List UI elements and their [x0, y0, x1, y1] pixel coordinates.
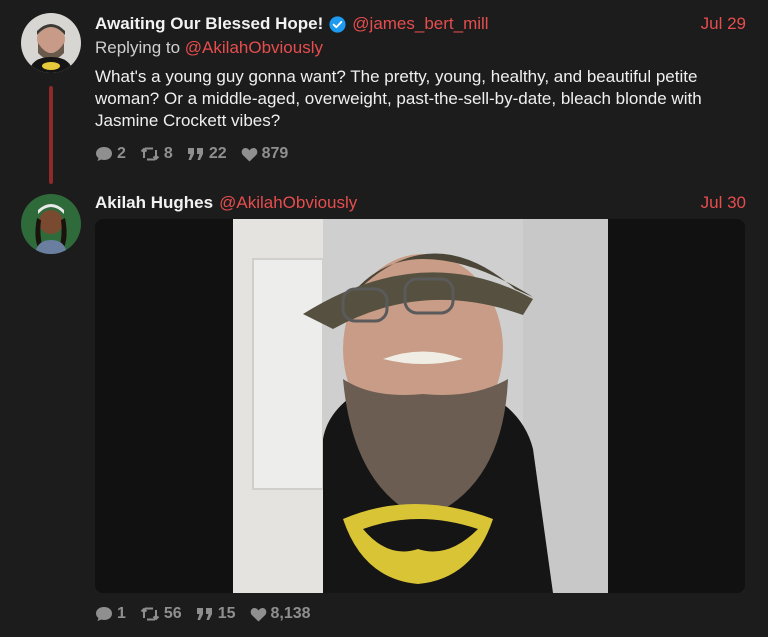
retweet-icon: [140, 147, 160, 161]
like-count: 8,138: [270, 605, 311, 622]
retweet-count: 56: [163, 605, 182, 622]
display-name[interactable]: Akilah Hughes: [95, 193, 213, 213]
heart-icon: [241, 147, 257, 161]
tweet-header: Akilah Hughes @AkilahObviously Jul 30: [95, 193, 746, 213]
handle-link[interactable]: @james_bert_mill: [352, 14, 488, 34]
tweet-1[interactable]: Awaiting Our Blessed Hope! @james_bert_m…: [0, 0, 768, 185]
quote-icon: [196, 608, 212, 620]
speech-bubble-icon: [96, 607, 112, 621]
tweet-date[interactable]: Jul 29: [701, 14, 746, 34]
attached-photo[interactable]: [233, 219, 608, 593]
tweet-date[interactable]: Jul 30: [701, 193, 746, 213]
thread-line: [49, 86, 53, 184]
handle-link[interactable]: @AkilahObviously: [219, 193, 357, 213]
avatar[interactable]: [21, 13, 81, 73]
mention-link[interactable]: @AkilahObviously: [185, 38, 323, 57]
avatar[interactable]: [21, 194, 81, 254]
retweet-count: 8: [163, 145, 173, 162]
speech-bubble-icon: [96, 147, 112, 161]
tweet-stats: 1 56 15 8,138: [95, 605, 325, 623]
retweet-button[interactable]: 8: [140, 145, 173, 163]
heart-icon: [250, 607, 266, 621]
quote-count: 22: [208, 145, 227, 162]
verified-badge-icon: [329, 15, 346, 33]
quote-icon: [187, 148, 203, 160]
quote-button[interactable]: 22: [187, 145, 227, 163]
tweet-stats: 2 8 22 879: [95, 145, 302, 163]
like-button[interactable]: 8,138: [250, 605, 311, 623]
tweet-header: Awaiting Our Blessed Hope! @james_bert_m…: [95, 14, 746, 34]
quote-count: 15: [217, 605, 236, 622]
reply-count: 1: [117, 605, 126, 622]
tweet-2[interactable]: Akilah Hughes @AkilahObviously Jul 30 1 …: [0, 185, 768, 637]
replying-prefix: Replying to: [95, 38, 181, 57]
like-button[interactable]: 879: [241, 145, 289, 163]
reply-button[interactable]: 1: [95, 605, 126, 623]
tweet-text: What's a young guy gonna want? The prett…: [95, 67, 702, 130]
tweet-media[interactable]: [95, 219, 745, 593]
retweet-button[interactable]: 56: [140, 605, 182, 623]
replying-to: Replying to @AkilahObviously: [95, 38, 323, 58]
quote-button[interactable]: 15: [196, 605, 236, 623]
retweet-icon: [140, 607, 160, 621]
reply-button[interactable]: 2: [95, 145, 126, 163]
like-count: 879: [261, 145, 289, 162]
display-name[interactable]: Awaiting Our Blessed Hope!: [95, 14, 323, 34]
reply-count: 2: [117, 145, 126, 162]
